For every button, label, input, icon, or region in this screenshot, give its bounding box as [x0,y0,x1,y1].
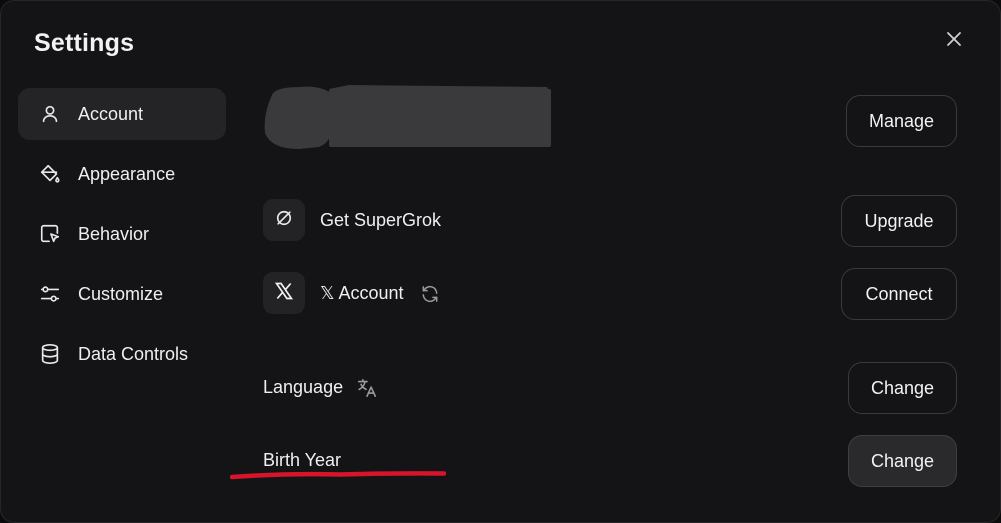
sidebar-item-label: Behavior [78,223,150,244]
supergrok-label: Get SuperGrok [320,210,442,230]
translate-icon [355,376,379,400]
upgrade-button[interactable]: Upgrade [841,195,957,247]
birth-year-label: Birth Year [263,450,342,470]
cursor-square-icon [38,222,62,246]
sidebar-item-account[interactable]: Account [18,88,226,140]
sidebar-item-behavior[interactable]: Behavior [18,208,226,260]
database-icon [38,342,62,366]
supergrok-icon-box [263,199,305,241]
x-logo-icon [274,281,294,306]
annotation-underline [229,470,447,484]
sidebar-item-customize[interactable]: Customize [18,268,226,320]
dialog-title: Settings [34,29,135,57]
settings-sidebar: Account Appearance Behavior Customize Da… [18,88,226,388]
refresh-icon[interactable] [419,283,441,305]
user-icon [38,102,62,126]
sidebar-item-label: Customize [78,283,164,304]
redacted-profile [259,83,553,151]
close-button[interactable] [941,28,967,54]
x-account-label: 𝕏 Account [320,283,404,303]
language-label: Language [263,377,344,397]
paint-bucket-icon [38,162,62,186]
change-language-button[interactable]: Change [848,362,957,414]
change-birth-year-button[interactable]: Change [848,435,957,487]
close-icon [946,31,962,52]
grok-logo-icon [274,208,294,233]
sidebar-item-label: Appearance [78,163,176,184]
x-account-icon-box [263,272,305,314]
sidebar-item-label: Account [78,103,144,124]
settings-dialog: Settings Account Appearance Behavior Cus… [0,0,1001,523]
sidebar-item-data-controls[interactable]: Data Controls [18,328,226,380]
sidebar-item-label: Data Controls [78,343,189,364]
sidebar-item-appearance[interactable]: Appearance [18,148,226,200]
manage-button[interactable]: Manage [846,95,957,147]
connect-button[interactable]: Connect [841,268,957,320]
sliders-icon [38,282,62,306]
